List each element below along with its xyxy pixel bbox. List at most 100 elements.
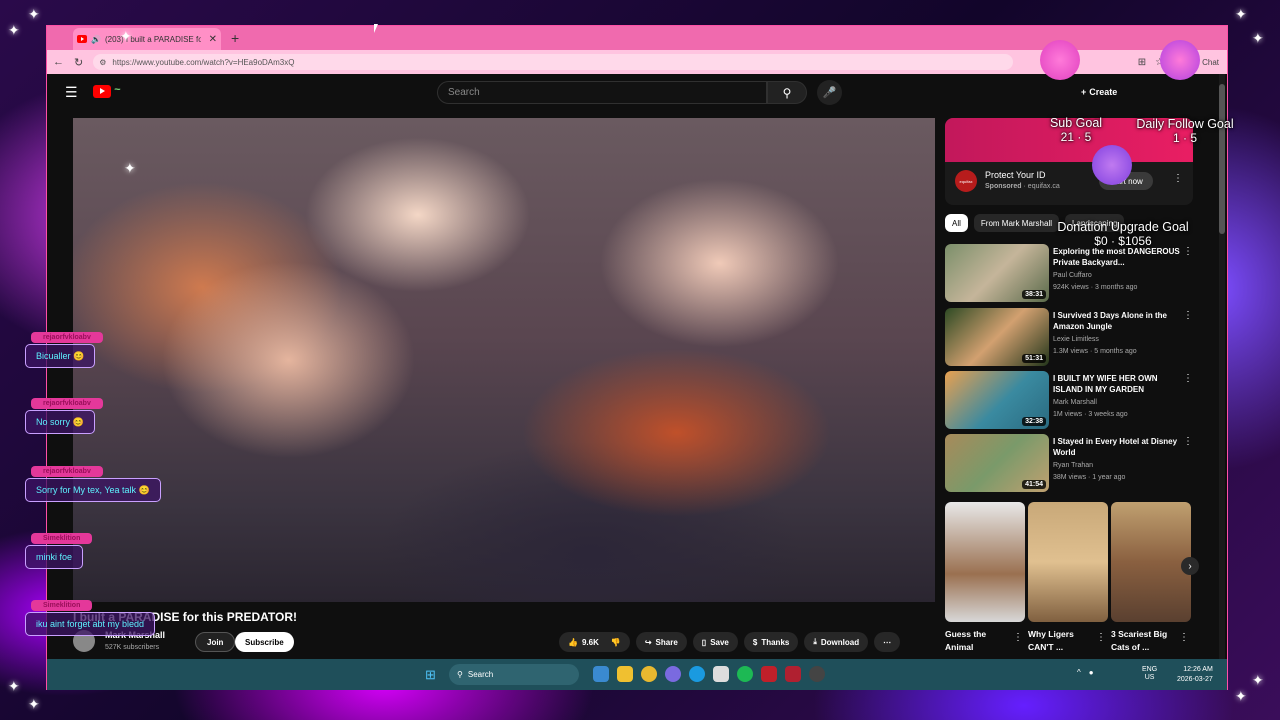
speaker-icon[interactable]: 🔊 [91, 35, 101, 44]
back-icon[interactable]: ← [53, 56, 64, 68]
youtube-doodle-logo[interactable]: ~ [114, 84, 120, 96]
save-button[interactable]: ▯ Save [692, 632, 738, 652]
sparkle-icon: ✦ [28, 696, 40, 712]
rec-channel[interactable]: Ryan Trahan [1053, 462, 1093, 469]
taskbar-search[interactable]: ⚲ Search [449, 664, 579, 685]
search-icon[interactable]: ⚲ [767, 81, 807, 104]
join-button[interactable]: Join [195, 632, 236, 652]
subscriber-count: 527K subscribers [105, 644, 160, 651]
more-vert-icon[interactable]: ⋮ [1183, 436, 1193, 447]
short-thumbnail[interactable] [1111, 502, 1191, 622]
more-vert-icon[interactable]: ⋮ [1179, 632, 1189, 643]
thumbnail[interactable]: 51:31 [945, 308, 1049, 366]
tray-app-icon[interactable]: ● [1089, 668, 1094, 677]
short-thumbnail[interactable] [1028, 502, 1108, 622]
short-thumbnail[interactable] [945, 502, 1025, 622]
system-tray: ^ ● [1077, 668, 1094, 677]
rec-channel[interactable]: Paul Cuffaro [1053, 272, 1092, 279]
donation-goal-value: $0 · $1056 [1094, 234, 1152, 248]
more-vert-icon[interactable]: ⋮ [1096, 632, 1106, 643]
short-title[interactable]: Why Ligers CAN'T ... [1028, 628, 1098, 654]
more-vert-icon[interactable]: ⋮ [1183, 373, 1193, 384]
download-label: Download [820, 637, 860, 647]
more-vert-icon[interactable]: ⋮ [1183, 310, 1193, 321]
more-vert-icon[interactable]: ⋮ [1013, 632, 1023, 643]
ad-more-icon[interactable]: ⋮ [1173, 173, 1183, 184]
short-title[interactable]: Guess the Animal [945, 628, 1015, 654]
store-icon[interactable] [713, 666, 729, 682]
sparkle-icon: ✦ [120, 28, 132, 44]
url-field[interactable]: ⚙ https://www.youtube.com/watch?v=HEa9oD… [93, 54, 1014, 70]
sparkle-icon: ✦ [1252, 672, 1264, 688]
app-icon[interactable] [641, 666, 657, 682]
more-actions-icon[interactable]: ⋯ [874, 632, 901, 652]
youtube-page: ☰ ~ Search ⚲ 🎤 + Create I built a PARADI… [47, 74, 1219, 659]
like-button[interactable]: 👍 9.6K 👎 [559, 632, 630, 652]
video-player[interactable] [73, 118, 935, 602]
flower-decoration [1092, 145, 1132, 185]
sparkle-icon: ✦ [8, 678, 20, 694]
chat-username: rejaorfvkloabv [31, 466, 103, 477]
app-icon[interactable] [761, 666, 777, 682]
page-scrollbar[interactable] [1219, 74, 1225, 659]
download-button[interactable]: ⤓ Download [804, 632, 869, 652]
chat-button[interactable]: Chat [1202, 58, 1219, 67]
thumbnail[interactable]: 32:38 [945, 371, 1049, 429]
recommendation-item[interactable]: 41:54 I Stayed in Every Hotel at Disney … [945, 434, 1193, 492]
search-icon: ⚲ [457, 670, 463, 679]
chevron-up-icon[interactable]: ^ [1077, 668, 1081, 677]
sub-goal: Sub Goal 21 · 5 [1040, 116, 1112, 144]
rec-channel[interactable]: Mark Marshall [1053, 399, 1097, 406]
chat-text: iku aint forget abt my bledd [25, 612, 156, 636]
thanks-label: Thanks [761, 637, 790, 647]
recommendation-item[interactable]: 51:31 I Survived 3 Days Alone in the Ama… [945, 308, 1193, 366]
rec-title[interactable]: I Stayed in Every Hotel at Disney World [1053, 436, 1181, 458]
rec-title[interactable]: Exploring the most DANGEROUS Private Bac… [1053, 246, 1181, 268]
thumbnail[interactable]: 38:31 [945, 244, 1049, 302]
lang-code: ENG [1142, 666, 1158, 673]
chat-username: Simeklition [31, 533, 93, 544]
clock-time: 12:26 AM [1183, 666, 1213, 673]
spotify-icon[interactable] [737, 666, 753, 682]
sparkle-icon: ✦ [28, 6, 40, 22]
short-title[interactable]: 3 Scariest Big Cats of ... [1111, 628, 1181, 654]
chevron-right-icon[interactable]: › [1181, 557, 1199, 575]
thumbnail[interactable]: 41:54 [945, 434, 1049, 492]
language-indicator[interactable]: ENG US [1142, 666, 1157, 682]
rec-channel[interactable]: Lexie Limitless [1053, 336, 1099, 343]
obs-icon[interactable] [809, 666, 825, 682]
windows-start-icon[interactable]: ⊞ [425, 667, 436, 683]
discord-icon[interactable] [665, 666, 681, 682]
donation-goal: Donation Upgrade Goal $0 · $1056 [1050, 220, 1196, 248]
create-button[interactable]: + Create [1081, 82, 1117, 102]
file-explorer-icon[interactable] [617, 666, 633, 682]
youtube-logo-icon[interactable] [93, 85, 111, 98]
refresh-icon[interactable]: ↻ [74, 56, 83, 69]
rec-title[interactable]: I BUILT MY WIFE HER OWN ISLAND IN MY GAR… [1053, 373, 1181, 395]
recommendation-item[interactable]: 38:31 Exploring the most DANGEROUS Priva… [945, 244, 1193, 302]
hamburger-menu-icon[interactable]: ☰ [65, 84, 78, 101]
rec-title[interactable]: I Survived 3 Days Alone in the Amazon Ju… [1053, 310, 1181, 332]
bookmark-icon: ▯ [701, 637, 707, 647]
clock[interactable]: 12:26 AM 2026-03-27 [1177, 665, 1213, 685]
microphone-icon[interactable]: 🎤 [817, 80, 842, 105]
flower-decoration [1040, 40, 1080, 80]
thumbs-down-icon[interactable]: 👎 [611, 638, 621, 647]
tab-youtube[interactable]: 🔊 (203) I built a PARADISE for this ✕ [73, 28, 221, 50]
recommendation-item[interactable]: 32:38 I BUILT MY WIFE HER OWN ISLAND IN … [945, 371, 1193, 429]
extensions-icon[interactable]: ⊞ [1138, 57, 1146, 68]
search-input[interactable]: Search [437, 81, 767, 104]
app-icon[interactable] [785, 666, 801, 682]
thanks-button[interactable]: $ Thanks [743, 632, 799, 652]
tab-close-icon[interactable]: ✕ [209, 34, 217, 45]
rec-meta: 1.3M views · 5 months ago [1053, 348, 1137, 355]
subscribe-button[interactable]: Subscribe [235, 632, 294, 652]
chip-all[interactable]: All [945, 214, 968, 232]
share-button[interactable]: ↪ Share [635, 632, 687, 652]
task-view-icon[interactable] [593, 666, 609, 682]
scroll-thumb[interactable] [1219, 84, 1225, 234]
new-tab-icon[interactable]: + [231, 30, 239, 46]
edge-icon[interactable] [689, 666, 705, 682]
duration: 38:31 [1022, 290, 1046, 299]
chip-from-channel[interactable]: From Mark Marshall [973, 214, 1060, 232]
